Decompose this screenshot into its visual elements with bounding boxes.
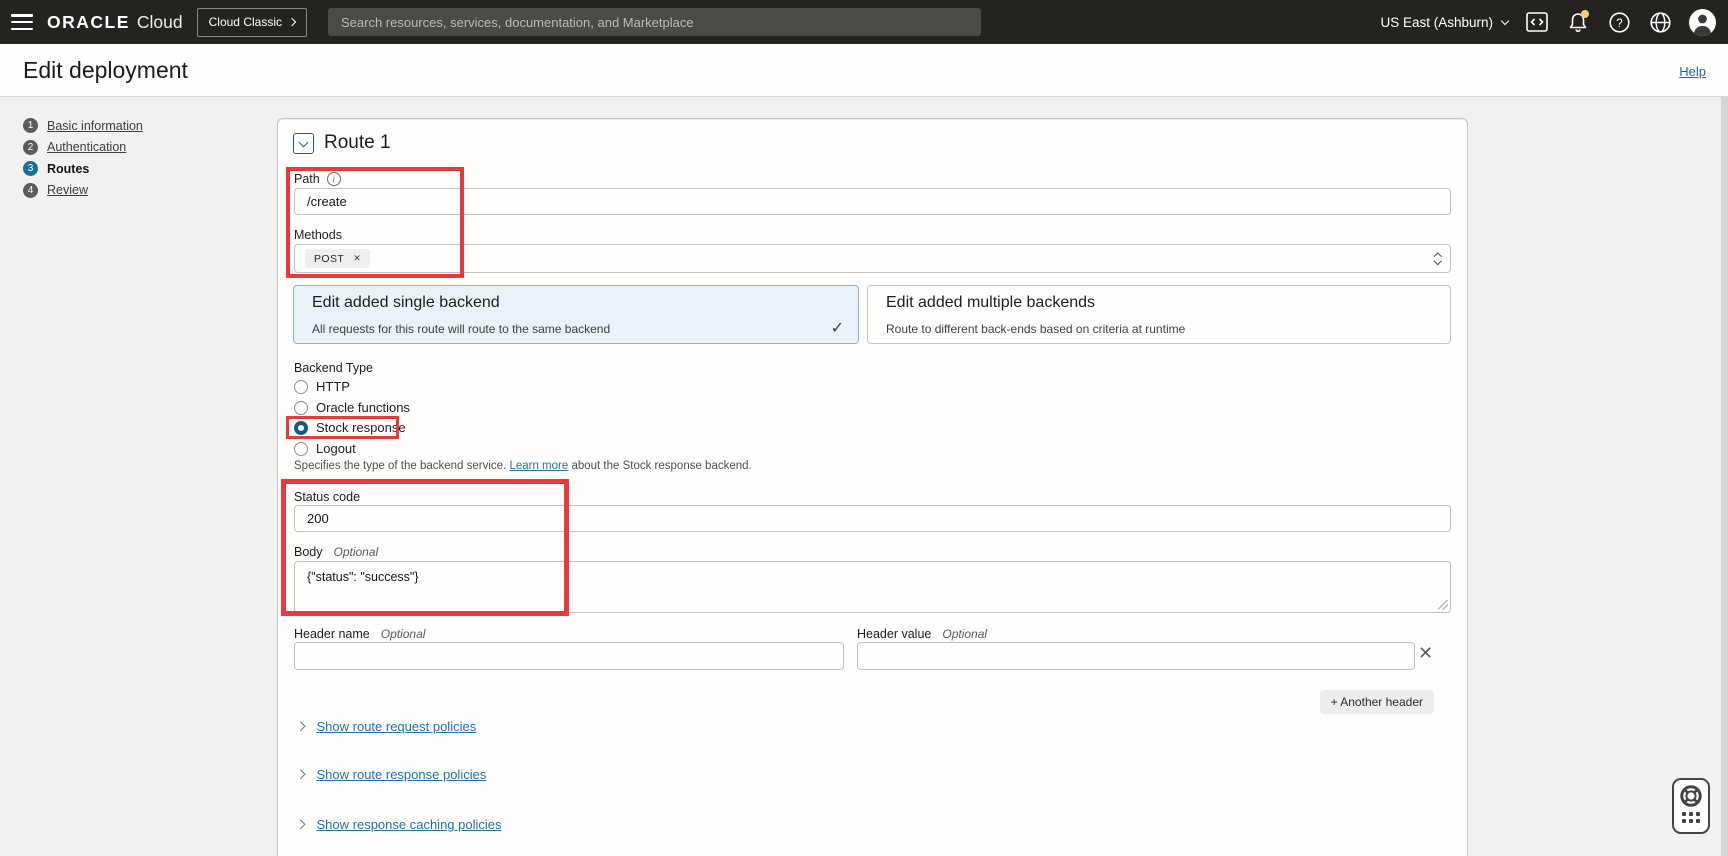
resize-grip-icon[interactable] <box>1438 600 1448 610</box>
methods-label: Methods <box>294 228 342 242</box>
vertical-scrollbar[interactable] <box>1721 44 1728 856</box>
menu-icon[interactable] <box>11 14 33 30</box>
optional-tag: Optional <box>381 627 426 641</box>
wizard-step-review[interactable]: 4 Review <box>23 180 143 202</box>
region-label: US East (Ashburn) <box>1380 15 1493 30</box>
backend-type-label: Backend Type <box>294 361 373 375</box>
cloud-classic-label: Cloud Classic <box>209 15 282 29</box>
response-caching-policies-toggle[interactable]: Show response caching policies <box>297 817 502 832</box>
help-link[interactable]: Help <box>1679 64 1706 79</box>
step-number-badge: 4 <box>23 183 38 198</box>
single-backend-card[interactable]: Edit added single backend All requests f… <box>293 285 859 344</box>
chevron-right-icon <box>296 722 305 731</box>
brand-cloud: Cloud <box>137 12 183 33</box>
route-panel: Route 1 Path i Methods POST ✕ Edit added… <box>277 118 1468 856</box>
methods-input[interactable]: POST ✕ <box>294 244 1451 273</box>
another-header-button[interactable]: + Another header <box>1320 690 1434 714</box>
drag-dots-icon[interactable] <box>1682 812 1700 823</box>
region-selector[interactable]: US East (Ashburn) <box>1380 15 1508 30</box>
brand-oracle: ORACLE <box>47 12 130 33</box>
devtools-icon[interactable] <box>1525 10 1549 34</box>
learn-more-link[interactable]: Learn more <box>509 460 568 472</box>
selected-check-icon: ✓ <box>831 318 844 338</box>
body-label: Body Optional <box>294 545 378 559</box>
life-ring-icon[interactable] <box>1679 784 1703 808</box>
profile-avatar[interactable] <box>1689 9 1716 36</box>
route-response-policies-toggle[interactable]: Show route response policies <box>297 767 486 782</box>
radio-icon[interactable] <box>294 380 308 394</box>
select-stepper-icon[interactable] <box>1435 254 1441 264</box>
step-number-badge: 1 <box>23 118 38 133</box>
svg-text:?: ? <box>1616 18 1622 30</box>
search-input[interactable] <box>328 8 981 36</box>
policy-link[interactable]: Show response caching policies <box>317 817 502 832</box>
header-name-label: Header name Optional <box>294 627 425 641</box>
global-search <box>328 8 981 36</box>
page-header: Edit deployment Help <box>0 44 1728 97</box>
radio-logout[interactable]: Logout <box>294 441 356 456</box>
route-collapse-toggle[interactable] <box>293 133 314 154</box>
wizard-step-label[interactable]: Basic information <box>47 119 143 133</box>
backend-type-helper-text: Specifies the type of the backend servic… <box>294 460 752 472</box>
support-widget[interactable] <box>1672 778 1710 834</box>
header-value-input[interactable] <box>857 642 1415 670</box>
wizard-step-basic-information[interactable]: 1 Basic information <box>23 115 143 137</box>
wizard-step-label: Routes <box>47 162 89 176</box>
optional-tag: Optional <box>334 545 379 559</box>
multiple-backends-title: Edit added multiple backends <box>886 294 1095 312</box>
notification-badge <box>1581 10 1589 18</box>
route-title: Route 1 <box>324 132 391 154</box>
wizard-step-routes[interactable]: 3 Routes <box>23 158 143 180</box>
body-textarea[interactable]: {"status": "success"} <box>294 561 1451 613</box>
optional-tag: Optional <box>942 627 987 641</box>
topbar-right: US East (Ashburn) ? <box>1380 9 1716 36</box>
wizard-step-label[interactable]: Authentication <box>47 140 126 154</box>
policy-link[interactable]: Show route request policies <box>317 719 477 734</box>
info-icon[interactable]: i <box>327 172 341 186</box>
chevron-right-icon <box>288 18 296 26</box>
wizard-step-label[interactable]: Review <box>47 183 88 197</box>
radio-icon[interactable] <box>294 442 308 456</box>
chip-remove-icon[interactable]: ✕ <box>353 253 361 264</box>
header-name-input[interactable] <box>294 642 844 670</box>
method-chip-label: POST <box>314 253 344 265</box>
single-backend-title: Edit added single backend <box>312 294 500 312</box>
status-code-input[interactable] <box>294 505 1451 532</box>
multiple-backends-card[interactable]: Edit added multiple backends Route to di… <box>867 285 1451 344</box>
radio-stock-response[interactable]: Stock response <box>294 420 406 435</box>
status-code-label: Status code <box>294 490 360 504</box>
radio-icon[interactable] <box>294 401 308 415</box>
step-number-badge: 2 <box>23 140 38 155</box>
chevron-right-icon <box>296 820 305 829</box>
notifications-bell-icon[interactable] <box>1566 10 1590 34</box>
radio-oracle-functions[interactable]: Oracle functions <box>294 400 410 415</box>
route-request-policies-toggle[interactable]: Show route request policies <box>297 719 476 734</box>
oracle-cloud-console: ORACLE Cloud Cloud Classic US East (Ashb… <box>0 0 1728 856</box>
topbar: ORACLE Cloud Cloud Classic US East (Ashb… <box>0 0 1728 44</box>
single-backend-subtitle: All requests for this route will route t… <box>312 322 610 336</box>
wizard-nav: 1 Basic information 2 Authentication 3 R… <box>23 115 143 201</box>
chevron-down-icon <box>299 137 309 147</box>
method-chip-post: POST ✕ <box>305 249 370 268</box>
cloud-classic-button[interactable]: Cloud Classic <box>197 8 307 37</box>
path-label: Path i <box>294 172 341 186</box>
help-question-icon[interactable]: ? <box>1607 10 1631 34</box>
step-number-badge: 3 <box>23 161 38 176</box>
language-globe-icon[interactable] <box>1648 10 1672 34</box>
remove-header-icon[interactable]: ✕ <box>1418 644 1433 662</box>
page-title: Edit deployment <box>23 57 188 84</box>
multiple-backends-subtitle: Route to different back-ends based on cr… <box>886 322 1185 336</box>
header-value-label: Header value Optional <box>857 627 987 641</box>
radio-selected-icon[interactable] <box>294 421 308 435</box>
chevron-down-icon <box>1501 16 1509 24</box>
chevron-right-icon <box>296 770 305 779</box>
policy-link[interactable]: Show route response policies <box>317 767 487 782</box>
wizard-step-authentication[interactable]: 2 Authentication <box>23 137 143 159</box>
radio-http[interactable]: HTTP <box>294 379 350 394</box>
path-input[interactable] <box>294 188 1451 215</box>
oracle-cloud-logo: ORACLE Cloud <box>47 12 183 33</box>
